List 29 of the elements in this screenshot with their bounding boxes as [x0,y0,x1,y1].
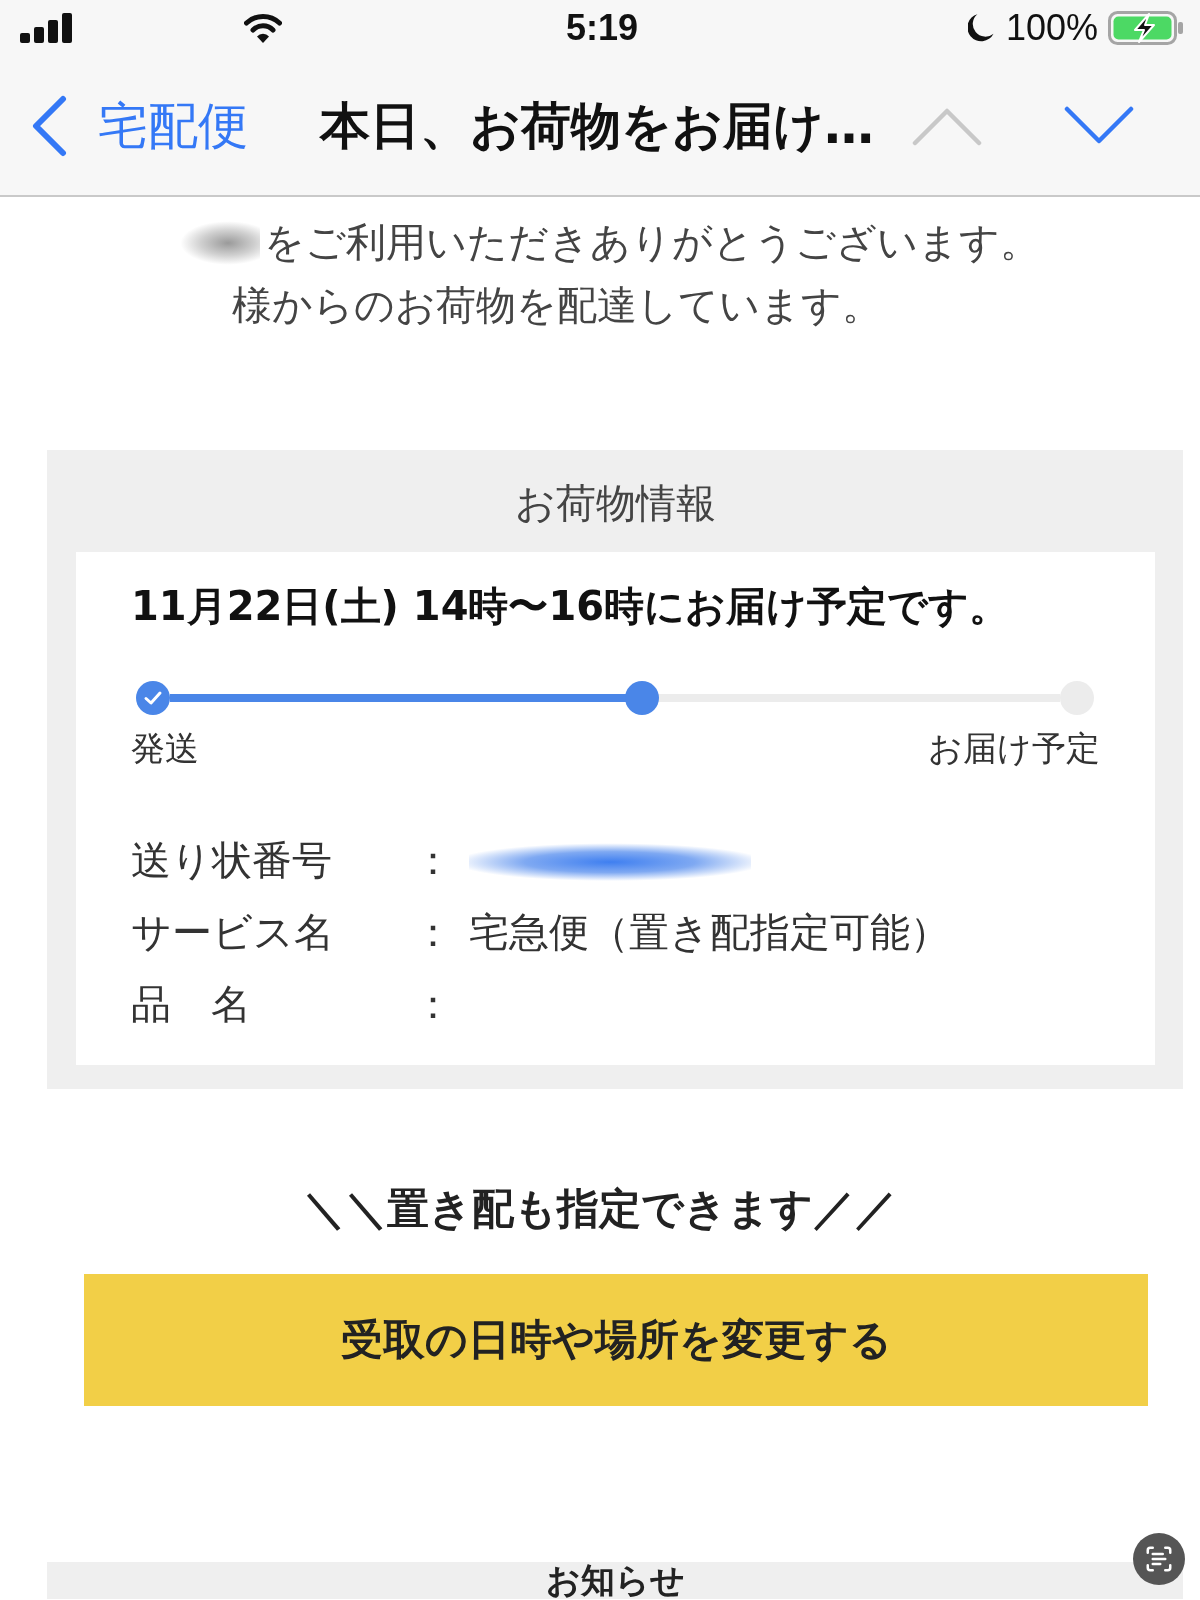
battery-charging-icon [1108,11,1184,45]
tagline-text: ＼＼置き配も指定できます／／ [303,1183,897,1235]
battery-percent: 100% [1005,6,1098,50]
change-delivery-button[interactable]: 受取の日時や場所を変更する [84,1274,1148,1406]
wifi-icon [244,12,282,44]
moon-icon [967,13,996,43]
detail-colon: ： [413,836,453,885]
status-time: 5:19 [565,6,639,50]
nav-title: 本日、お荷物をお届け… [320,95,874,157]
detail-label: サービス名 [131,908,334,957]
scan-text-icon [1144,1544,1174,1574]
greeting-text: 様からのお荷物を配達しています。 [232,281,882,330]
chevron-left-icon [30,94,68,157]
detail-colon: ： [413,980,453,1029]
detail-colon: ： [413,908,453,957]
scan-text-button[interactable] [1133,1533,1185,1585]
back-button[interactable]: 宅配便 [30,94,248,157]
step-label: お届け予定 [928,727,1100,770]
step-label: 発送 [131,727,199,770]
greeting-text: をご利用いただきありがとうございます。 [264,218,1040,267]
detail-label: 送り状番号 [131,836,332,885]
next-message-button[interactable] [1064,105,1134,146]
card-title: お荷物情報 [515,479,716,528]
notice-title: お知らせ [545,1563,685,1599]
delivery-headline: 11月22日(土) 14時〜16時にお届け予定です。 [131,582,1010,631]
detail-label: 品 名 [131,980,251,1029]
detail-value: 宅急便（置き配指定可能） [469,908,950,957]
chevron-down-icon [1064,105,1134,146]
signal-icon [20,13,74,43]
